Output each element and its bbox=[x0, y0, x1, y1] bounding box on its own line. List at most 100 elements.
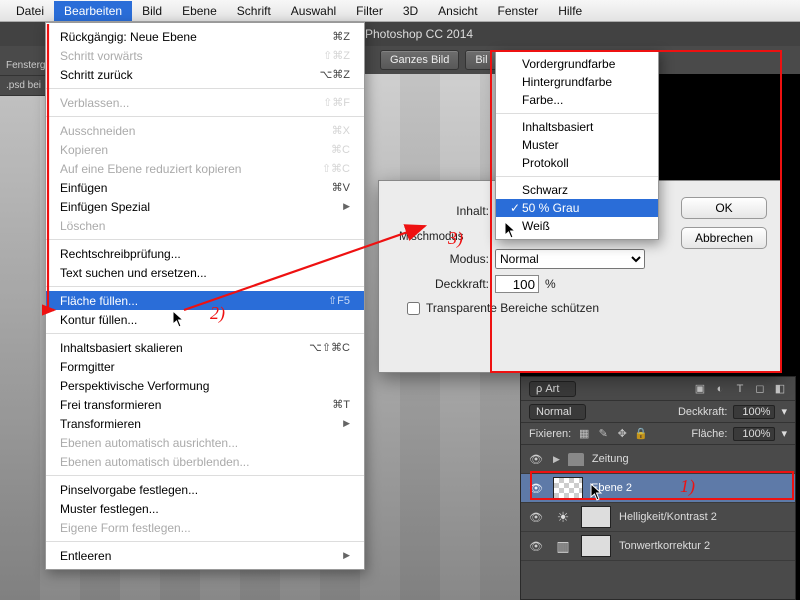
inhalt-option[interactable]: Vordergrundfarbe bbox=[496, 55, 658, 73]
inhalt-option[interactable]: Weiß bbox=[496, 217, 658, 235]
menu-item-label: Verblassen... bbox=[60, 96, 323, 110]
menu-ansicht[interactable]: Ansicht bbox=[428, 1, 487, 21]
edit-menu-item: Kopieren⌘C bbox=[46, 140, 364, 159]
fill-deck-input[interactable] bbox=[495, 275, 539, 293]
edit-menu-item[interactable]: Schritt zurück⌥⌘Z bbox=[46, 65, 364, 84]
lock-brush-icon[interactable]: ✎ bbox=[596, 427, 610, 441]
edit-menu-item[interactable]: Inhaltsbasiert skalieren⌥⇧⌘C bbox=[46, 338, 364, 357]
edit-menu-item: Schritt vorwärts⇧⌘Z bbox=[46, 46, 364, 65]
menu-item-label: Löschen bbox=[60, 219, 350, 233]
fill-inhalt-popup: Vordergrundfarbe Hintergrundfarbe Farbe...… bbox=[495, 50, 659, 240]
menu-fenster[interactable]: Fenster bbox=[488, 1, 549, 21]
edit-menu-item[interactable]: Fläche füllen...⇧F5 bbox=[46, 291, 364, 310]
layer-name[interactable]: Tonwertkorrektur 2 bbox=[619, 540, 710, 552]
inhalt-option[interactable]: ✓50 % Grau bbox=[496, 199, 658, 217]
mask-thumb[interactable] bbox=[581, 506, 611, 528]
layer-row[interactable]: 👁 Ebene 2 bbox=[521, 474, 795, 503]
menu-bild[interactable]: Bild bbox=[132, 1, 172, 21]
inhalt-option[interactable]: Protokoll bbox=[496, 154, 658, 172]
layers-fill-scrub-icon[interactable]: ▾ bbox=[781, 427, 787, 440]
fill-protect-checkbox[interactable] bbox=[407, 302, 420, 315]
edit-menu-item[interactable]: Rechtschreibprüfung... bbox=[46, 244, 364, 263]
layers-fill-value[interactable]: 100% bbox=[733, 427, 775, 441]
inhalt-option[interactable]: Farbe... bbox=[496, 91, 658, 109]
layer-row[interactable]: 👁▥Tonwertkorrektur 2 bbox=[521, 532, 795, 561]
option-label: 50 % Grau bbox=[522, 201, 579, 215]
menu-hilfe[interactable]: Hilfe bbox=[548, 1, 592, 21]
menu-datei[interactable]: Datei bbox=[6, 1, 54, 21]
edit-menu-item[interactable]: Einfügen⌘V bbox=[46, 178, 364, 197]
layers-panel: ρ Art ▣ ◐ T ◻ ◧ Normal Deckkraft: 100% ▾… bbox=[520, 376, 796, 600]
fill-cancel-button[interactable]: Abbrechen bbox=[681, 227, 767, 249]
lock-move-icon[interactable]: ✥ bbox=[615, 427, 629, 441]
options-whole-image-button[interactable]: Ganzes Bild bbox=[380, 50, 459, 70]
edit-menu-item[interactable]: Transformieren▶ bbox=[46, 414, 364, 433]
layer-row[interactable]: 👁 ▶ Zeitung bbox=[521, 445, 795, 474]
edit-menu-item[interactable]: Einfügen Spezial▶ bbox=[46, 197, 364, 216]
edit-menu-item[interactable]: Kontur füllen... bbox=[46, 310, 364, 329]
visibility-eye-icon[interactable]: 👁 bbox=[527, 540, 545, 553]
inhalt-option[interactable]: Hintergrundfarbe bbox=[496, 73, 658, 91]
options-crop-button[interactable]: Bil bbox=[465, 50, 497, 70]
menu-schrift[interactable]: Schrift bbox=[227, 1, 281, 21]
layers-kind-select[interactable]: ρ Art bbox=[529, 381, 576, 397]
lock-transparent-icon[interactable]: ▦ bbox=[577, 427, 591, 441]
menu-bearbeiten[interactable]: Bearbeiten bbox=[54, 1, 132, 21]
menu-item-label: Einfügen Spezial bbox=[60, 200, 337, 214]
edit-menu-item[interactable]: Perspektivische Verformung bbox=[46, 376, 364, 395]
menu-item-label: Text suchen und ersetzen... bbox=[60, 266, 350, 280]
visibility-eye-icon[interactable]: 👁 bbox=[527, 511, 545, 524]
menu-item-label: Ebenen automatisch überblenden... bbox=[60, 455, 350, 469]
menu-ebene[interactable]: Ebene bbox=[172, 1, 227, 21]
layers-opacity-value[interactable]: 100% bbox=[733, 405, 775, 419]
layer-name[interactable]: Zeitung bbox=[592, 453, 629, 465]
layer-row[interactable]: 👁 ☀ Helligkeit/Kontrast 2 bbox=[521, 503, 795, 532]
menu-shortcut: ⇧⌘F bbox=[323, 96, 350, 109]
inhalt-option[interactable]: Inhaltsbasiert bbox=[496, 118, 658, 136]
menu-item-label: Rechtschreibprüfung... bbox=[60, 247, 350, 261]
edit-menu-item[interactable]: Rückgängig: Neue Ebene⌘Z bbox=[46, 27, 364, 46]
menu-item-label: Eigene Form festlegen... bbox=[60, 521, 350, 535]
filter-type-icon[interactable]: T bbox=[733, 382, 747, 396]
filter-adjust-icon[interactable]: ◐ bbox=[713, 382, 727, 396]
option-label: Farbe... bbox=[522, 93, 563, 107]
visibility-eye-icon[interactable]: 👁 bbox=[527, 453, 545, 466]
edit-menu-item[interactable]: Entleeren▶ bbox=[46, 546, 364, 565]
mask-thumb[interactable] bbox=[581, 535, 611, 557]
menu-item-label: Entleeren bbox=[60, 549, 337, 563]
edit-menu-item[interactable]: Formgitter bbox=[46, 357, 364, 376]
option-label: Hintergrundfarbe bbox=[522, 75, 612, 89]
layer-name[interactable]: Ebene 2 bbox=[591, 482, 632, 494]
edit-menu-item[interactable]: Pinselvorgabe festlegen... bbox=[46, 480, 364, 499]
option-label: Protokoll bbox=[522, 156, 569, 170]
menu-shortcut: ⇧F5 bbox=[328, 294, 350, 307]
fill-ok-button[interactable]: OK bbox=[681, 197, 767, 219]
edit-menu-item: Auf eine Ebene reduziert kopieren⇧⌘C bbox=[46, 159, 364, 178]
layer-name[interactable]: Helligkeit/Kontrast 2 bbox=[619, 511, 717, 523]
menu-item-label: Perspektivische Verformung bbox=[60, 379, 350, 393]
menu-3d[interactable]: 3D bbox=[393, 1, 428, 21]
visibility-eye-icon[interactable]: 👁 bbox=[527, 482, 545, 495]
layer-thumb[interactable] bbox=[553, 477, 583, 499]
fill-modus-select[interactable]: Normal bbox=[495, 249, 645, 269]
layers-filter-icons: ▣ ◐ T ◻ ◧ bbox=[693, 382, 787, 396]
layers-blend-select[interactable]: Normal bbox=[529, 404, 586, 420]
menu-shortcut: ⌘V bbox=[332, 181, 350, 194]
layers-opacity-scrub-icon[interactable]: ▾ bbox=[781, 405, 787, 418]
edit-menu-item[interactable]: Muster festlegen... bbox=[46, 499, 364, 518]
edit-menu-item[interactable]: Text suchen und ersetzen... bbox=[46, 263, 364, 282]
filter-image-icon[interactable]: ▣ bbox=[693, 382, 707, 396]
fill-protect-checkbox-row[interactable]: Transparente Bereiche schützen bbox=[407, 301, 765, 315]
menu-auswahl[interactable]: Auswahl bbox=[281, 1, 346, 21]
filter-shape-icon[interactable]: ◻ bbox=[753, 382, 767, 396]
filter-smart-icon[interactable]: ◧ bbox=[773, 382, 787, 396]
menu-item-label: Ebenen automatisch ausrichten... bbox=[60, 436, 350, 450]
layers-fill-label: Fläche: bbox=[691, 428, 727, 440]
group-arrow-icon[interactable]: ▶ bbox=[553, 454, 560, 465]
adjustment-icon: ☀ bbox=[553, 509, 573, 526]
inhalt-option[interactable]: Schwarz bbox=[496, 181, 658, 199]
lock-all-icon[interactable]: 🔒 bbox=[634, 427, 648, 441]
menu-filter[interactable]: Filter bbox=[346, 1, 393, 21]
edit-menu-item[interactable]: Frei transformieren⌘T bbox=[46, 395, 364, 414]
inhalt-option[interactable]: Muster bbox=[496, 136, 658, 154]
